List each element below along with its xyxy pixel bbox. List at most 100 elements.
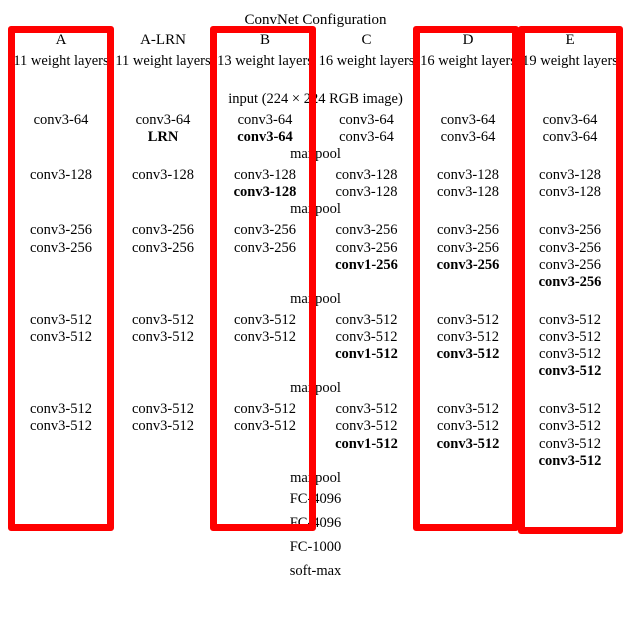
conv-layer: conv3-512	[436, 311, 499, 328]
conv-cell-a-conv128: conv3-128	[10, 167, 112, 201]
column-name-b: B	[259, 32, 270, 48]
conv-layer: conv3-128	[335, 167, 398, 184]
conv-layer: conv3-128	[233, 167, 296, 184]
conv-layer: conv3-512	[131, 401, 194, 418]
conv-cell-d-conv64: conv3-64 conv3-64	[417, 112, 519, 146]
column-name-e: E	[565, 32, 575, 48]
footer-layer-fc-4096: FC-4096	[289, 490, 342, 507]
conv-cell-d-conv128: conv3-128 conv3-128	[417, 167, 519, 201]
maxpool-row-conv256: maxpool	[10, 291, 621, 312]
conv-layer: conv3-512	[539, 435, 602, 452]
column-weights-a-lrn: 11 weight layers	[115, 53, 211, 69]
conv-layer: conv3-256	[131, 239, 194, 256]
conv-cell-d-conv512b: conv3-512 conv3-512 conv3-512	[417, 401, 519, 469]
conv-layer: conv3-256	[131, 222, 194, 239]
conv-cell-e-conv128: conv3-128 conv3-128	[519, 167, 621, 201]
layer-spacer	[10, 363, 112, 380]
conv-cell-b-conv256: conv3-256 conv3-256	[214, 222, 316, 290]
conv-cell-a-lrn-conv256: conv3-256 conv3-256	[112, 222, 214, 290]
conv-layer: conv1-256	[335, 256, 398, 273]
conv-layer: conv3-64	[339, 129, 394, 146]
layer-spacer	[112, 363, 214, 380]
layer-spacer	[10, 346, 112, 363]
maxpool-label: maxpool	[290, 290, 341, 307]
layer-spacer	[417, 274, 519, 291]
column-weights-b: 13 weight layers	[217, 53, 313, 69]
conv-cell-a-conv256: conv3-256 conv3-256	[10, 222, 112, 290]
conv-cell-a-conv64: conv3-64	[10, 112, 112, 146]
conv-cell-e-conv64: conv3-64 conv3-64	[519, 112, 621, 146]
conv-layer: conv3-512	[29, 418, 92, 435]
conv-cell-b-conv128: conv3-128 conv3-128	[214, 167, 316, 201]
footer-layer-soft-max: soft-max	[289, 562, 342, 579]
conv-cell-a-lrn-conv512b: conv3-512 conv3-512	[112, 401, 214, 469]
layer-spacer	[214, 453, 316, 470]
input-row: input (224 × 224 RGB image)	[10, 91, 621, 112]
conv-layer: conv3-512	[539, 328, 602, 345]
column-weights-a: 11 weight layers	[13, 53, 109, 69]
figure-title: ConvNet Configuration	[244, 12, 387, 28]
conv-layer: conv3-64	[542, 112, 598, 128]
conv-layer: conv3-256	[335, 222, 398, 239]
conv-cell-b-conv64: conv3-64 conv3-64	[214, 112, 316, 146]
conv-layer: conv3-512	[335, 418, 398, 435]
column-weights-d: 16 weight layers	[420, 53, 516, 69]
conv-layer: conv3-128	[436, 167, 499, 184]
conv-layer: conv3-512	[436, 418, 499, 435]
column-name-a: A	[55, 32, 67, 48]
conv-cell-b-conv512b: conv3-512 conv3-512	[214, 401, 316, 469]
conv-layer: conv3-64	[440, 129, 496, 146]
conv-layer: conv3-256	[539, 239, 602, 256]
conv-layer: conv3-256	[436, 222, 499, 239]
maxpool-label: maxpool	[290, 201, 341, 218]
layer-spacer	[112, 274, 214, 291]
conv-layer: conv3-64	[542, 129, 598, 146]
conv-cell-a-lrn-conv512a: conv3-512 conv3-512	[112, 312, 214, 380]
layer-spacer	[316, 274, 417, 291]
layer-spacer	[417, 363, 519, 380]
conv-layer: conv1-512	[335, 346, 398, 363]
maxpool-row-conv128: maxpool	[10, 201, 621, 222]
conv-layer: conv3-64	[237, 129, 293, 146]
layer-spacer	[214, 346, 316, 363]
layer-spacer	[112, 436, 214, 453]
conv-cell-e-conv512b: conv3-512 conv3-512 conv3-512 conv3-512	[519, 401, 621, 469]
layer-spacer	[417, 453, 519, 470]
conv-layer: conv3-256	[233, 222, 296, 239]
conv-layer: conv3-64	[440, 112, 496, 128]
column-weights-c: 16 weight layers	[318, 53, 415, 69]
maxpool-row-conv64: maxpool	[10, 146, 621, 167]
conv-layer: conv3-64	[33, 112, 89, 128]
layer-spacer	[10, 274, 112, 291]
conv-layer: conv3-128	[233, 184, 297, 201]
footer-layer-fc-1000: FC-1000	[289, 538, 342, 555]
conv-layer: conv3-64	[135, 112, 191, 128]
conv-cell-c-conv64: conv3-64 conv3-64	[316, 112, 417, 146]
conv-layer: conv3-128	[436, 184, 499, 201]
conv-layer: conv3-128	[29, 167, 92, 184]
conv-cell-a-conv512b: conv3-512 conv3-512	[10, 401, 112, 469]
conv-layer: LRN	[147, 129, 179, 146]
conv-layer: conv3-256	[436, 239, 499, 256]
layer-spacer	[10, 436, 112, 453]
conv-layer: conv3-512	[539, 401, 602, 418]
conv-layer: conv3-512	[538, 452, 602, 469]
conv-layer: conv3-128	[335, 184, 398, 201]
maxpool-label: maxpool	[290, 146, 341, 163]
input-spec: input (224 × 224 RGB image)	[228, 91, 403, 107]
conv-cell-c-conv512a: conv3-512 conv3-512 conv1-512	[316, 312, 417, 380]
conv-block-row-conv128: conv3-128 conv3-128 conv3-128 conv3-128 co…	[10, 167, 621, 201]
conv-cell-b-conv512a: conv3-512 conv3-512	[214, 312, 316, 380]
conv-layer: conv3-128	[131, 167, 194, 184]
layer-spacer	[10, 257, 112, 274]
layer-spacer	[112, 257, 214, 274]
maxpool-label: maxpool	[290, 380, 341, 397]
layer-spacer	[214, 436, 316, 453]
conv-layer: conv3-512	[233, 328, 296, 345]
conv-cell-c-conv128: conv3-128 conv3-128	[316, 167, 417, 201]
convnet-configuration-table: ConvNet Configuration A A-LRN B C D E 11 weight…	[10, 12, 621, 587]
conv-layer: conv3-256	[29, 222, 92, 239]
conv-block-row-conv512b: conv3-512 conv3-512 conv3-512 conv3-512 co…	[10, 401, 621, 469]
maxpool-row-conv512a: maxpool	[10, 380, 621, 401]
layer-spacer	[214, 363, 316, 380]
